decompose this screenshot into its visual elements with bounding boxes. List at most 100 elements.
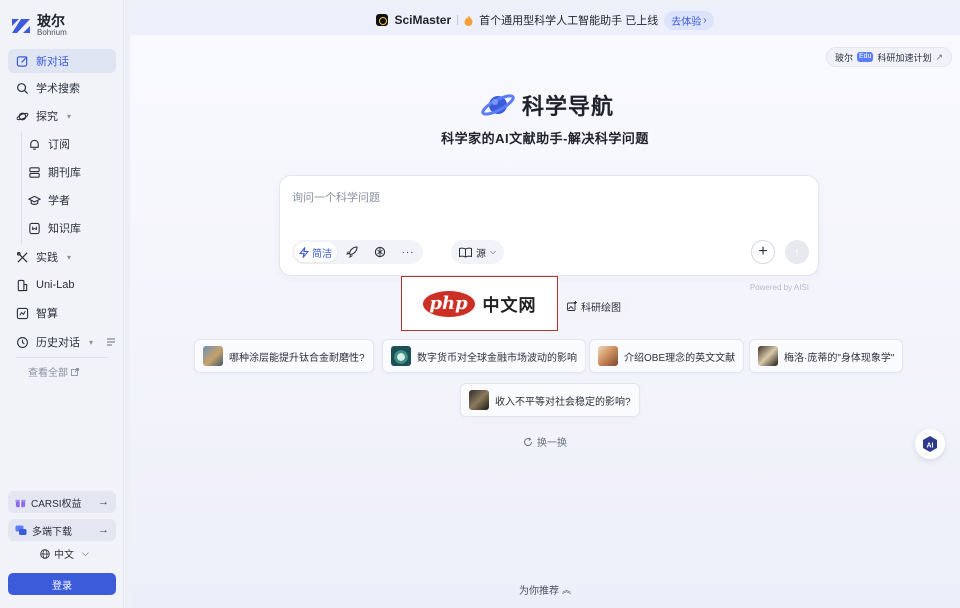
try-now-button[interactable]: 去体验 › bbox=[664, 10, 714, 30]
edu-badge: Edu bbox=[856, 52, 874, 62]
suggestion-text: 收入不平等对社会稳定的影响? bbox=[495, 396, 631, 408]
language-switcher[interactable]: 中文 ⌵ bbox=[40, 546, 89, 561]
compute-icon bbox=[16, 307, 29, 319]
history-icon bbox=[17, 336, 28, 348]
research-drawing-button[interactable]: 科研绘图 bbox=[560, 295, 628, 317]
divider bbox=[16, 357, 108, 358]
recommend-label: 为你推荐 bbox=[518, 586, 559, 597]
sidebar: 玻尔 Bohrium 新对话 学术搜索 探究 ▾ 订阅 期刊库 学者 知识库 实… bbox=[0, 0, 124, 608]
main-content: SciMaster 首个通用型科学人工智能助手 已上线 去体验 › 玻尔 Edu… bbox=[130, 5, 960, 608]
sidebar-item-academic-search[interactable]: 学术搜索 bbox=[8, 76, 116, 100]
graduation-cap-icon bbox=[28, 195, 41, 205]
bohrium-logo-icon bbox=[10, 15, 32, 37]
multi-device-download-button[interactable]: 多端下载 → bbox=[8, 519, 116, 541]
sidebar-item-new-chat[interactable]: 新对话 bbox=[8, 49, 116, 73]
view-all-link[interactable]: 查看全部 bbox=[28, 364, 79, 379]
tools-icon bbox=[16, 251, 28, 263]
brand-header: 科学导航 bbox=[480, 89, 614, 121]
ai-badge-icon: AI bbox=[923, 436, 937, 452]
suggestion-chip[interactable]: 数字货币对全球金融市场波动的影响 bbox=[382, 339, 586, 373]
page-title: 科学导航 bbox=[522, 94, 615, 119]
edu-prefix: 玻尔 bbox=[834, 52, 853, 63]
list-icon[interactable] bbox=[106, 337, 116, 347]
chevron-down-icon: ▾ bbox=[67, 111, 72, 121]
planet-icon bbox=[16, 112, 29, 120]
banner-product-name: SciMaster bbox=[394, 13, 452, 27]
model-mode-button[interactable] bbox=[367, 242, 393, 262]
edu-program-link[interactable]: 玻尔 Edu 科研加速计划 ↗ bbox=[825, 47, 952, 67]
sidebar-item-label: 学术搜索 bbox=[36, 83, 80, 95]
chevron-right-icon: › bbox=[703, 14, 707, 26]
carsi-benefits-button[interactable]: CARSI权益 → bbox=[8, 491, 116, 513]
sidebar-item-scholars[interactable]: 学者 bbox=[22, 188, 116, 212]
refresh-suggestions-button[interactable]: 换一换 bbox=[130, 434, 960, 449]
source-selector[interactable]: 源 ⌵ bbox=[451, 240, 505, 264]
sidebar-item-label: 历史对话 bbox=[36, 337, 80, 349]
suggestion-chip[interactable]: 哪种涂层能提升钛合金耐磨性? bbox=[194, 339, 374, 373]
research-drawing-label: 科研绘图 bbox=[581, 302, 621, 314]
lab-icon bbox=[17, 279, 28, 291]
suggestion-thumbnail bbox=[203, 346, 223, 366]
chevron-down-icon: ▾ bbox=[67, 252, 72, 262]
suggestion-chip[interactable]: 收入不平等对社会稳定的影响? bbox=[460, 383, 640, 417]
recommend-toggle[interactable]: 为你推荐 ︽ bbox=[130, 582, 960, 597]
arrow-up-icon: ↑ bbox=[794, 245, 800, 259]
scimaster-logo-icon bbox=[376, 14, 389, 26]
question-input[interactable] bbox=[292, 188, 792, 208]
flame-icon bbox=[464, 15, 473, 26]
chevron-up-icon: ︽ bbox=[561, 585, 571, 595]
plus-icon: + bbox=[758, 243, 768, 260]
sidebar-item-label: 实践 bbox=[36, 252, 58, 264]
add-attachment-button[interactable]: + bbox=[751, 240, 775, 264]
refresh-label: 换一换 bbox=[537, 438, 567, 449]
sidebar-item-history[interactable]: 历史对话 ▾ bbox=[8, 330, 116, 354]
suggestion-thumbnail bbox=[598, 346, 618, 366]
sidebar-item-compute[interactable]: 智算 bbox=[8, 301, 116, 325]
send-button[interactable]: ↑ bbox=[785, 240, 809, 264]
sidebar-item-journals[interactable]: 期刊库 bbox=[22, 160, 116, 184]
edu-text: 科研加速计划 bbox=[877, 52, 932, 63]
download-label: 多端下载 bbox=[32, 526, 72, 538]
arrow-right-icon: → bbox=[98, 496, 109, 508]
source-label: 源 bbox=[476, 248, 486, 260]
book-icon bbox=[459, 247, 472, 258]
suggestion-text: 数字货币对全球金融市场波动的影响 bbox=[417, 352, 577, 364]
suggestion-thumbnail bbox=[758, 346, 778, 366]
bell-icon bbox=[30, 139, 39, 150]
logo-subname: Bohrium bbox=[37, 28, 67, 37]
chevron-down-icon: ⌵ bbox=[82, 548, 89, 558]
suggestion-chip[interactable]: 梅洛·庞蒂的"身体现象学" bbox=[749, 339, 904, 373]
svg-text:AI: AI bbox=[927, 443, 934, 450]
planet-logo-icon bbox=[481, 94, 515, 116]
sidebar-item-label: Uni-Lab bbox=[36, 279, 75, 291]
suggestion-text: 哪种涂层能提升钛合金耐磨性? bbox=[229, 352, 365, 364]
php-ad-banner[interactable]: php 中文网 bbox=[401, 276, 558, 331]
mode-toolbar: 简洁 ··· bbox=[292, 240, 423, 264]
rocket-mode-button[interactable] bbox=[339, 242, 365, 262]
search-icon bbox=[17, 82, 29, 94]
suggestion-thumbnail bbox=[469, 390, 489, 410]
new-chat-icon bbox=[16, 55, 28, 67]
sidebar-item-practice[interactable]: 实践 ▾ bbox=[8, 245, 116, 269]
ai-assistant-button[interactable]: AI bbox=[915, 429, 945, 459]
suggestion-chip[interactable]: 介绍OBE理念的英文文献 bbox=[589, 339, 745, 373]
sidebar-item-label: 智算 bbox=[36, 308, 58, 320]
sidebar-item-subscribe[interactable]: 订阅 bbox=[22, 132, 116, 156]
divider bbox=[457, 15, 459, 25]
sidebar-item-label: 探究 bbox=[36, 111, 58, 123]
sidebar-item-label: 订阅 bbox=[48, 139, 70, 151]
openai-icon bbox=[374, 246, 386, 258]
more-options-button[interactable]: ··· bbox=[395, 242, 421, 262]
gift-icon bbox=[15, 499, 26, 507]
chevron-down-icon: ▾ bbox=[88, 337, 93, 347]
concise-mode-button[interactable]: 简洁 bbox=[294, 242, 337, 262]
sidebar-item-explore[interactable]: 探究 ▾ bbox=[8, 104, 116, 128]
sidebar-item-knowledge-base[interactable]: 知识库 bbox=[22, 216, 116, 240]
sidebar-item-uni-lab[interactable]: Uni-Lab bbox=[8, 273, 116, 297]
suggestion-text: 梅洛·庞蒂的"身体现象学" bbox=[784, 352, 895, 364]
language-label: 中文 bbox=[54, 550, 74, 561]
announcement-banner[interactable]: SciMaster 首个通用型科学人工智能助手 已上线 去体验 › bbox=[130, 5, 960, 35]
login-button[interactable]: 登录 bbox=[8, 573, 116, 595]
bohrium-logo[interactable]: 玻尔 Bohrium bbox=[10, 14, 67, 37]
rocket-icon bbox=[346, 246, 358, 258]
